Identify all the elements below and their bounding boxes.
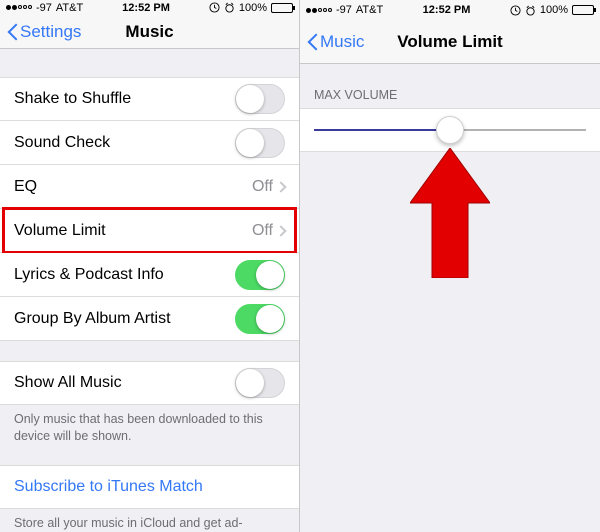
row-group-by-album-artist[interactable]: Group By Album Artist (0, 297, 299, 341)
rotation-lock-icon (510, 5, 521, 16)
alarm-icon (525, 5, 536, 16)
row-value: Off (252, 222, 273, 240)
toggle-lyrics[interactable] (235, 260, 285, 290)
max-volume-slider-row (300, 108, 600, 152)
status-time: 12:52 PM (423, 4, 471, 16)
battery-icon (271, 3, 293, 13)
signal-db: -97 (336, 4, 352, 16)
signal-strength-icon (6, 5, 32, 10)
status-left: -97 AT&T (6, 2, 83, 14)
row-lyrics-podcast[interactable]: Lyrics & Podcast Info (0, 253, 299, 297)
section-header-max-volume: MAX VOLUME (300, 88, 600, 108)
carrier-label: AT&T (56, 2, 83, 14)
toggle-sound-check[interactable] (235, 128, 285, 158)
row-label: Subscribe to iTunes Match (14, 478, 285, 496)
row-label: Group By Album Artist (14, 310, 235, 328)
row-sound-check[interactable]: Sound Check (0, 121, 299, 165)
back-label: Settings (20, 22, 81, 42)
row-show-all-music[interactable]: Show All Music (0, 361, 299, 405)
status-time: 12:52 PM (122, 2, 170, 14)
annotation-arrow-icon (410, 148, 490, 278)
row-label: EQ (14, 178, 252, 196)
slider-knob[interactable] (436, 116, 464, 144)
music-settings-pane: -97 AT&T 12:52 PM 100% Settings Music Sh… (0, 0, 300, 532)
battery-icon (572, 5, 594, 15)
row-shake-to-shuffle[interactable]: Shake to Shuffle (0, 77, 299, 121)
back-button-music[interactable]: Music (300, 32, 370, 52)
footer-subscribe: Store all your music in iCloud and get a… (0, 509, 299, 532)
footer-show-all: Only music that has been downloaded to t… (0, 405, 299, 445)
toggle-shake[interactable] (235, 84, 285, 114)
settings-group-itunes-match: Subscribe to iTunes Match (0, 465, 299, 509)
chevron-right-icon (275, 225, 286, 236)
battery-percent: 100% (239, 2, 267, 14)
status-bar: -97 AT&T 12:52 PM 100% (0, 0, 299, 15)
settings-group-library: Show All Music (0, 361, 299, 405)
row-eq[interactable]: EQ Off (0, 165, 299, 209)
nav-bar: Settings Music (0, 15, 299, 49)
toggle-show-all[interactable] (235, 368, 285, 398)
status-bar: -97 AT&T 12:52 PM 100% (300, 0, 600, 20)
volume-limit-pane: -97 AT&T 12:52 PM 100% Music Volume Limi… (300, 0, 600, 532)
row-label: Shake to Shuffle (14, 90, 235, 108)
row-label: Sound Check (14, 134, 235, 152)
signal-strength-icon (306, 8, 332, 13)
row-label: Show All Music (14, 374, 235, 392)
back-label: Music (320, 32, 364, 52)
status-left: -97 AT&T (306, 4, 383, 16)
carrier-label: AT&T (356, 4, 383, 16)
row-label: Volume Limit (14, 222, 252, 240)
toggle-group-album[interactable] (235, 304, 285, 334)
slider-fill (314, 129, 450, 131)
alarm-icon (224, 2, 235, 13)
back-button-settings[interactable]: Settings (0, 22, 87, 42)
nav-bar: Music Volume Limit (300, 20, 600, 64)
row-subscribe-itunes-match[interactable]: Subscribe to iTunes Match (0, 465, 299, 509)
settings-group-playback: Shake to Shuffle Sound Check EQ Off Volu… (0, 77, 299, 341)
row-value: Off (252, 178, 273, 196)
chevron-left-icon (306, 32, 318, 52)
signal-db: -97 (36, 2, 52, 14)
battery-percent: 100% (540, 4, 568, 16)
status-right: 100% (209, 2, 293, 14)
row-volume-limit[interactable]: Volume Limit Off (0, 209, 299, 253)
row-label: Lyrics & Podcast Info (14, 266, 235, 284)
volume-slider[interactable] (314, 129, 586, 131)
chevron-left-icon (6, 22, 18, 42)
chevron-right-icon (275, 181, 286, 192)
rotation-lock-icon (209, 2, 220, 13)
status-right: 100% (510, 4, 594, 16)
